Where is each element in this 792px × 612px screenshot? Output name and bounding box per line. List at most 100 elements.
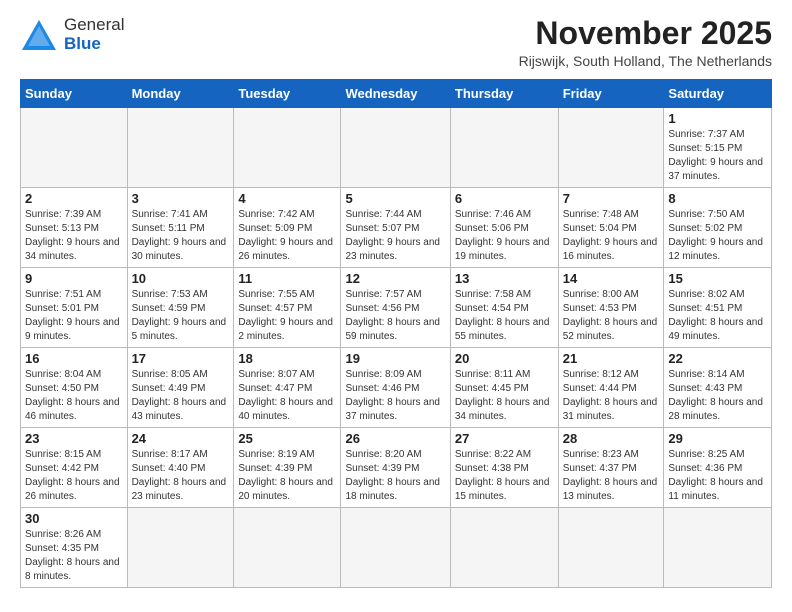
day-cell (127, 508, 234, 588)
day-info: Sunrise: 8:12 AM Sunset: 4:44 PM Dayligh… (563, 368, 660, 424)
day-cell: 30 Sunrise: 8:26 AM Sunset: 4:35 PM Dayli… (21, 508, 128, 588)
logo-text: General Blue (64, 16, 124, 53)
week-row-2: 2Sunrise: 7:39 AM Sunset: 5:13 PM Daylig… (21, 188, 772, 268)
weekday-header-friday: Friday (558, 80, 664, 108)
day-info: Sunrise: 7:44 AM Sunset: 5:07 PM Dayligh… (345, 208, 445, 264)
day-cell: 14 Sunrise: 8:00 AM Sunset: 4:53 PM Dayli… (558, 268, 664, 348)
day-cell (234, 108, 341, 188)
day-number: 17 (132, 351, 230, 366)
day-info: Sunrise: 7:37 AM Sunset: 5:15 PM Dayligh… (668, 128, 767, 184)
day-info: Sunrise: 7:51 AM Sunset: 5:01 PM Dayligh… (25, 288, 123, 344)
day-number: 10 (132, 271, 230, 286)
day-cell (127, 108, 234, 188)
logo-blue: Blue (64, 35, 124, 54)
day-number: 3 (132, 191, 230, 206)
calendar-body: 1Sunrise: 7:37 AM Sunset: 5:15 PM Daylig… (21, 108, 772, 588)
day-number: 4 (238, 191, 336, 206)
week-row-6: 30 Sunrise: 8:26 AM Sunset: 4:35 PM Dayli… (21, 508, 772, 588)
logo-icon (20, 16, 58, 54)
day-cell: 16Sunrise: 8:04 AM Sunset: 4:50 PM Dayli… (21, 348, 128, 428)
day-info: Sunrise: 7:46 AM Sunset: 5:06 PM Dayligh… (455, 208, 554, 264)
day-number: 11 (238, 271, 336, 286)
day-number: 8 (668, 191, 767, 206)
day-cell: 26Sunrise: 8:20 AM Sunset: 4:39 PM Dayli… (341, 428, 450, 508)
day-info: Sunrise: 7:58 AM Sunset: 4:54 PM Dayligh… (455, 288, 554, 344)
day-cell: 23 Sunrise: 8:15 AM Sunset: 4:42 PM Dayli… (21, 428, 128, 508)
day-info: Sunrise: 7:55 AM Sunset: 4:57 PM Dayligh… (238, 288, 336, 344)
week-row-5: 23 Sunrise: 8:15 AM Sunset: 4:42 PM Dayli… (21, 428, 772, 508)
day-info: Sunrise: 8:14 AM Sunset: 4:43 PM Dayligh… (668, 368, 767, 424)
day-cell (234, 508, 341, 588)
week-row-1: 1Sunrise: 7:37 AM Sunset: 5:15 PM Daylig… (21, 108, 772, 188)
day-info: Sunrise: 7:48 AM Sunset: 5:04 PM Dayligh… (563, 208, 660, 264)
weekday-header-wednesday: Wednesday (341, 80, 450, 108)
day-number: 12 (345, 271, 445, 286)
day-cell: 15Sunrise: 8:02 AM Sunset: 4:51 PM Dayli… (664, 268, 772, 348)
day-cell: 25Sunrise: 8:19 AM Sunset: 4:39 PM Dayli… (234, 428, 341, 508)
day-cell: 12 Sunrise: 7:57 AM Sunset: 4:56 PM Dayli… (341, 268, 450, 348)
calendar: SundayMondayTuesdayWednesdayThursdayFrid… (20, 79, 772, 588)
header: General Blue November 2025 Rijswijk, Sou… (20, 16, 772, 69)
day-number: 14 (563, 271, 660, 286)
day-info: Sunrise: 7:57 AM Sunset: 4:56 PM Dayligh… (345, 288, 445, 344)
month-title: November 2025 (519, 16, 772, 51)
day-number: 7 (563, 191, 660, 206)
day-info: Sunrise: 8:25 AM Sunset: 4:36 PM Dayligh… (668, 448, 767, 504)
day-cell: 17 Sunrise: 8:05 AM Sunset: 4:49 PM Dayli… (127, 348, 234, 428)
day-number: 27 (455, 431, 554, 446)
day-number: 9 (25, 271, 123, 286)
day-cell: 21 Sunrise: 8:12 AM Sunset: 4:44 PM Dayli… (558, 348, 664, 428)
day-info: Sunrise: 8:22 AM Sunset: 4:38 PM Dayligh… (455, 448, 554, 504)
day-number: 23 (25, 431, 123, 446)
day-number: 16 (25, 351, 123, 366)
weekday-header-monday: Monday (127, 80, 234, 108)
day-cell: 5 Sunrise: 7:44 AM Sunset: 5:07 PM Daylig… (341, 188, 450, 268)
day-number: 25 (238, 431, 336, 446)
logo: General Blue (20, 16, 124, 54)
week-row-4: 16Sunrise: 8:04 AM Sunset: 4:50 PM Dayli… (21, 348, 772, 428)
day-number: 6 (455, 191, 554, 206)
day-info: Sunrise: 8:05 AM Sunset: 4:49 PM Dayligh… (132, 368, 230, 424)
day-info: Sunrise: 8:26 AM Sunset: 4:35 PM Dayligh… (25, 528, 123, 584)
day-number: 19 (345, 351, 445, 366)
calendar-header: SundayMondayTuesdayWednesdayThursdayFrid… (21, 80, 772, 108)
day-cell: 13Sunrise: 7:58 AM Sunset: 4:54 PM Dayli… (450, 268, 558, 348)
day-number: 30 (25, 511, 123, 526)
day-cell: 7 Sunrise: 7:48 AM Sunset: 5:04 PM Daylig… (558, 188, 664, 268)
day-cell: 2Sunrise: 7:39 AM Sunset: 5:13 PM Daylig… (21, 188, 128, 268)
day-cell: 6 Sunrise: 7:46 AM Sunset: 5:06 PM Daylig… (450, 188, 558, 268)
day-number: 20 (455, 351, 554, 366)
day-number: 24 (132, 431, 230, 446)
day-cell (664, 508, 772, 588)
weekday-header-saturday: Saturday (664, 80, 772, 108)
day-cell (558, 108, 664, 188)
week-row-3: 9 Sunrise: 7:51 AM Sunset: 5:01 PM Daylig… (21, 268, 772, 348)
day-cell (450, 508, 558, 588)
day-info: Sunrise: 7:41 AM Sunset: 5:11 PM Dayligh… (132, 208, 230, 264)
day-cell: 10 Sunrise: 7:53 AM Sunset: 4:59 PM Dayli… (127, 268, 234, 348)
day-number: 21 (563, 351, 660, 366)
day-cell (341, 508, 450, 588)
day-info: Sunrise: 8:15 AM Sunset: 4:42 PM Dayligh… (25, 448, 123, 504)
day-cell: 20Sunrise: 8:11 AM Sunset: 4:45 PM Dayli… (450, 348, 558, 428)
day-cell: 8Sunrise: 7:50 AM Sunset: 5:02 PM Daylig… (664, 188, 772, 268)
day-info: Sunrise: 8:02 AM Sunset: 4:51 PM Dayligh… (668, 288, 767, 344)
day-number: 2 (25, 191, 123, 206)
day-cell: 22 Sunrise: 8:14 AM Sunset: 4:43 PM Dayli… (664, 348, 772, 428)
day-cell: 4Sunrise: 7:42 AM Sunset: 5:09 PM Daylig… (234, 188, 341, 268)
day-number: 22 (668, 351, 767, 366)
location: Rijswijk, South Holland, The Netherlands (519, 53, 772, 69)
day-cell: 3 Sunrise: 7:41 AM Sunset: 5:11 PM Daylig… (127, 188, 234, 268)
page: General Blue November 2025 Rijswijk, Sou… (0, 0, 792, 598)
logo-general: General (64, 16, 124, 35)
day-number: 29 (668, 431, 767, 446)
day-info: Sunrise: 8:00 AM Sunset: 4:53 PM Dayligh… (563, 288, 660, 344)
day-cell (21, 108, 128, 188)
day-cell: 18Sunrise: 8:07 AM Sunset: 4:47 PM Dayli… (234, 348, 341, 428)
day-number: 5 (345, 191, 445, 206)
day-info: Sunrise: 7:53 AM Sunset: 4:59 PM Dayligh… (132, 288, 230, 344)
day-info: Sunrise: 8:07 AM Sunset: 4:47 PM Dayligh… (238, 368, 336, 424)
day-number: 28 (563, 431, 660, 446)
day-cell (450, 108, 558, 188)
day-cell (341, 108, 450, 188)
